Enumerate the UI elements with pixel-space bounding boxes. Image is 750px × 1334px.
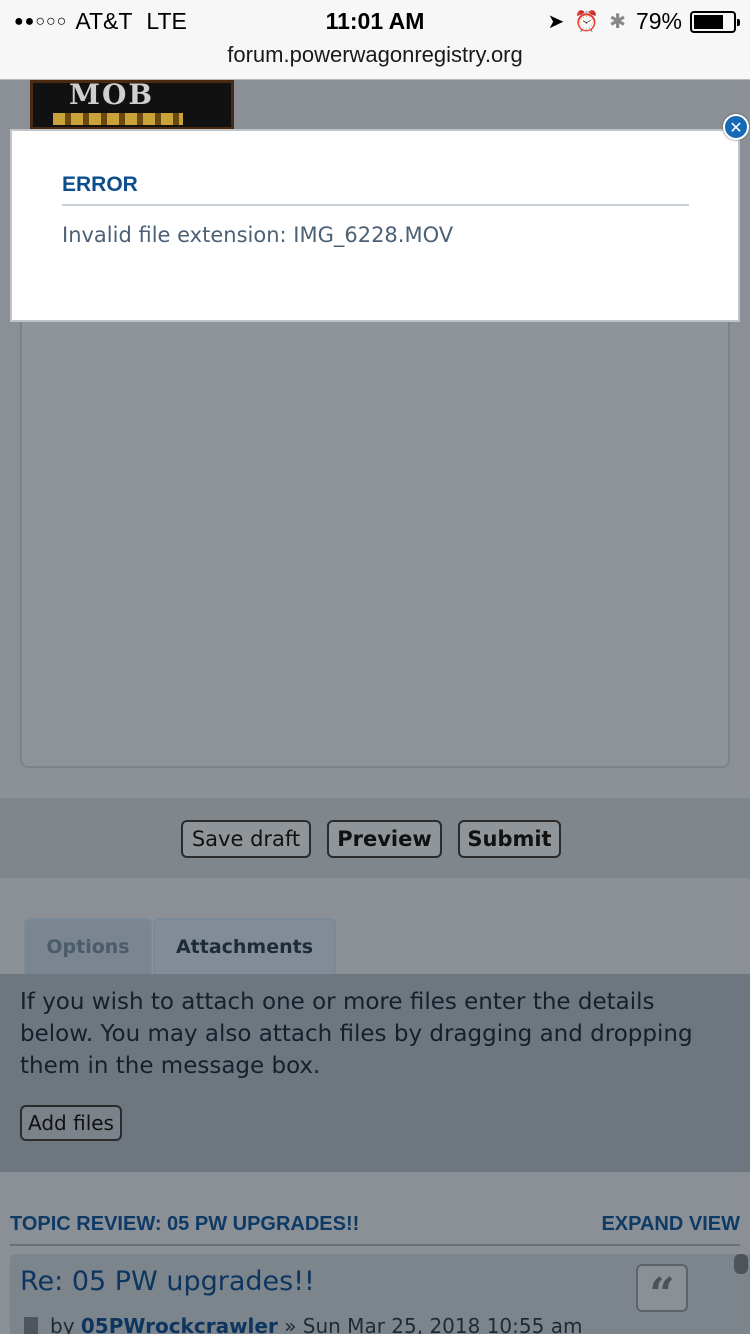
battery-fill <box>694 14 724 29</box>
add-files-button[interactable]: Add files <box>20 1105 122 1141</box>
expand-view-link[interactable]: EXPAND VIEW <box>601 1213 740 1236</box>
location-arrow-icon: ➤ <box>547 11 565 33</box>
topic-review-heading: TOPIC REVIEW: 05 PW UPGRADES!! <box>10 1213 360 1235</box>
post-icon <box>24 1317 38 1334</box>
tab-attachments[interactable]: Attachments <box>153 918 336 974</box>
post-meta: by 05PWrockcrawler » Sun Mar 25, 2018 10… <box>24 1314 582 1334</box>
error-dialog: ERROR Invalid file extension: IMG_6228.M… <box>10 129 740 322</box>
logo-text: MOB <box>69 80 155 111</box>
attachments-instructions: If you wish to attach one or more files … <box>20 989 693 1079</box>
address-bar[interactable]: forum.powerwagonregistry.org <box>0 42 750 68</box>
post-title[interactable]: Re: 05 PW upgrades!! <box>20 1266 315 1297</box>
quote-icon[interactable]: “ <box>636 1264 688 1320</box>
scrollbar[interactable] <box>734 1254 748 1274</box>
status-icons: ➤ ⏰ ✱ 79% <box>538 8 740 35</box>
save-draft-button[interactable]: Save draft <box>181 820 311 858</box>
preview-button[interactable]: Preview <box>327 820 442 858</box>
site-logo[interactable]: MOB <box>30 80 234 130</box>
message-editor[interactable] <box>20 300 730 768</box>
dialog-title: ERROR <box>62 173 138 196</box>
divider <box>10 1244 740 1246</box>
submit-button[interactable]: Submit <box>458 820 561 858</box>
bluetooth-icon: ✱ <box>609 11 626 33</box>
logo-decoration <box>53 113 183 125</box>
alarm-icon: ⏰ <box>574 11 600 33</box>
post-by: by <box>50 1314 75 1334</box>
dialog-divider <box>62 204 689 206</box>
dialog-message: Invalid file extension: IMG_6228.MOV <box>62 223 454 247</box>
post-author-link[interactable]: 05PWrockcrawler <box>81 1314 278 1334</box>
post-date: » Sun Mar 25, 2018 10:55 am <box>284 1314 583 1334</box>
battery-icon <box>690 10 740 33</box>
close-icon[interactable]: ✕ <box>723 114 749 140</box>
battery-percent: 79% <box>635 8 682 34</box>
tab-options[interactable]: Options <box>24 918 152 974</box>
status-bar: ●●○○○ AT&T LTE 11:01 AM ➤ ⏰ ✱ 79% forum.… <box>0 0 750 80</box>
